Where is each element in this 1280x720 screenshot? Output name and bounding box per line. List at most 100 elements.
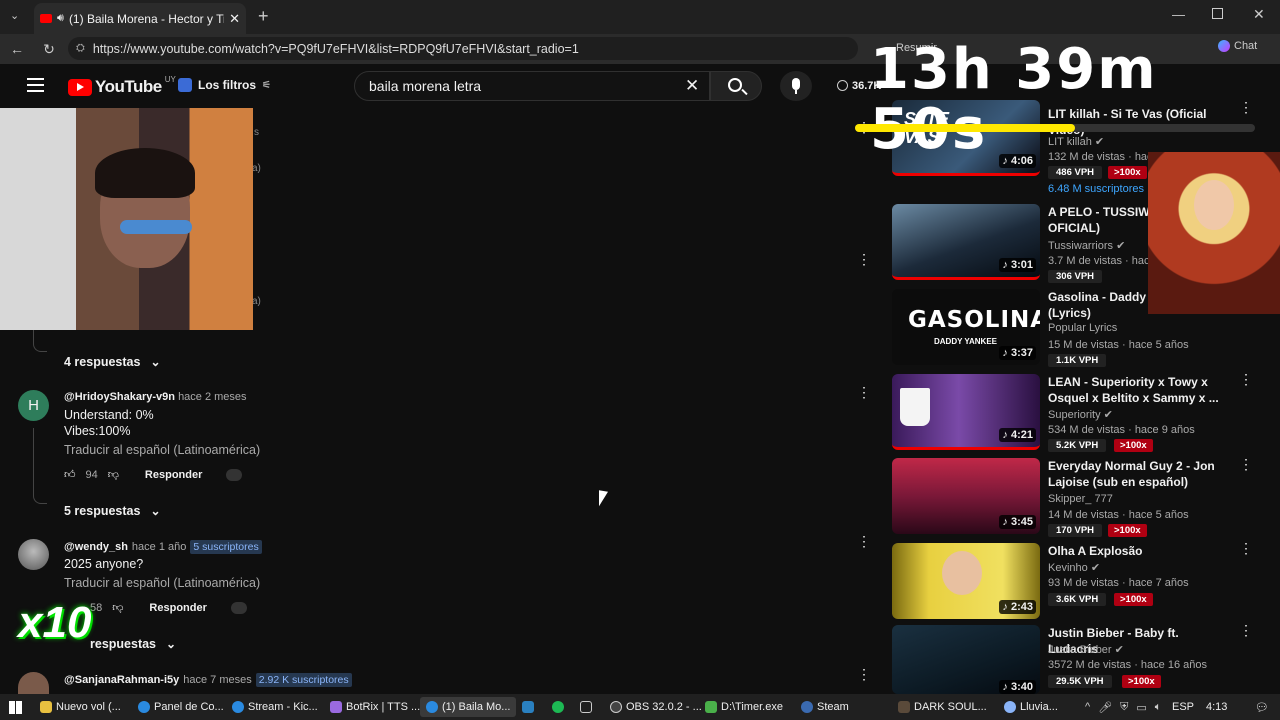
language-indicator[interactable]: ESP: [1172, 697, 1194, 717]
voice-search-button[interactable]: [780, 71, 812, 101]
video-channel[interactable]: Tussiwarriors ✔︎: [1048, 239, 1125, 252]
taskbar-item-active[interactable]: (1) Baila Mo...: [420, 697, 517, 717]
url-field[interactable]: ⛭ https://www.youtube.com/watch?v=PQ9fU7…: [68, 37, 858, 60]
more-options-icon[interactable]: ⋮: [1239, 541, 1253, 560]
video-thumbnail[interactable]: ♪ 3:01: [892, 204, 1040, 280]
verified-icon: ✔︎: [1116, 240, 1126, 252]
back-icon[interactable]: ←: [8, 40, 26, 58]
taskbar-item[interactable]: DARK SOUL...: [898, 697, 987, 717]
browser-tab[interactable]: 🔊︎ (1) Baila Morena - Hector y Tit ✕: [34, 3, 246, 34]
video-thumbnail[interactable]: ♪ 3:40: [892, 625, 1040, 694]
video-item[interactable]: ♪ 3:45 Everyday Normal Guy 2 - Jon Lajoi…: [892, 458, 1272, 537]
more-options-icon[interactable]: ⋮: [857, 385, 871, 404]
volume-icon[interactable]: 🔈︎: [1155, 701, 1162, 714]
taskbar-item[interactable]: BotRix | TTS ...: [330, 697, 420, 717]
video-duration: ♪ 2:43: [999, 600, 1036, 614]
video-title[interactable]: Everyday Normal Guy 2 - Jon Lajoise (sub…: [1048, 458, 1224, 490]
close-window-icon[interactable]: ✕: [1253, 6, 1265, 23]
outlier-badge: >100x: [1108, 524, 1147, 537]
replies-toggle[interactable]: 4 respuestas ⌄: [64, 355, 161, 369]
more-options-icon[interactable]: ⋮: [1239, 623, 1253, 642]
video-title[interactable]: Olha A Explosão: [1048, 543, 1224, 559]
network-icon[interactable]: ▭: [1136, 701, 1146, 714]
video-channel[interactable]: Popular Lyrics: [1048, 322, 1117, 334]
taskbar-item[interactable]: D:\Timer.exe: [705, 697, 783, 717]
speaker-icon[interactable]: 🔊︎: [57, 12, 64, 25]
edge-icon: [426, 701, 438, 713]
translate-link[interactable]: Traducir al español (Latinoamérica): [64, 443, 260, 457]
mic-tray-icon[interactable]: 🎤︎: [1098, 701, 1112, 714]
comment-time[interactable]: hace 2 meses: [178, 391, 246, 403]
tray-icons[interactable]: ^ 🎤︎ ⛨ ▭ 🔈︎: [1085, 697, 1161, 717]
translate-link[interactable]: Traducir al español (Latinoamérica): [64, 576, 260, 590]
windows-start-icon[interactable]: [9, 701, 22, 714]
video-thumbnail[interactable]: ♪ 4:21: [892, 374, 1040, 450]
comment-time[interactable]: hace 7 meses: [183, 674, 251, 686]
subscriber-count: 6.48 M suscriptores: [1048, 183, 1144, 195]
reply-button[interactable]: Responder: [149, 602, 206, 614]
more-options-icon[interactable]: ⋮: [1239, 457, 1253, 476]
vph-badge: 1.1K VPH: [1048, 354, 1107, 367]
overflow-chip[interactable]: [230, 601, 247, 614]
windows-taskbar: Nuevo vol (... Panel de Co... Stream - K…: [0, 694, 1280, 720]
avatar[interactable]: [18, 539, 49, 570]
clear-search-icon[interactable]: ✕: [685, 76, 699, 96]
search-button[interactable]: [710, 71, 762, 101]
video-channel[interactable]: Skipper_ 777: [1048, 493, 1113, 505]
taskbar-item[interactable]: [522, 697, 534, 717]
avatar[interactable]: [18, 672, 49, 694]
taskbar-item[interactable]: [552, 697, 564, 717]
video-title[interactable]: LEAN - Superiority x Towy x Osquel x Bel…: [1048, 374, 1224, 406]
reply-button[interactable]: Responder: [145, 469, 202, 481]
minimize-icon[interactable]: —: [1172, 7, 1185, 22]
taskbar-item[interactable]: [580, 697, 592, 717]
comment-header: @SanjanaRahman-i5y hace 7 meses 2.92 K s…: [64, 673, 352, 687]
taskbar-item[interactable]: OBS 32.0.2 - ...: [610, 697, 702, 717]
vph-badge: 29.5K VPH: [1048, 675, 1112, 688]
like-icon[interactable]: 👍︎: [64, 468, 76, 481]
overflow-chip[interactable]: [226, 468, 243, 481]
more-options-icon[interactable]: ⋮: [857, 252, 871, 271]
taskbar-item[interactable]: Panel de Co...: [138, 697, 224, 717]
comment-time[interactable]: hace 1 año: [132, 541, 186, 553]
weather-widget[interactable]: Lluvia...: [1004, 697, 1058, 717]
video-thumbnail[interactable]: ♪ 2:43: [892, 543, 1040, 619]
more-options-icon[interactable]: ⋮: [857, 534, 871, 553]
taskbar-item[interactable]: Steam: [801, 697, 849, 717]
replies-toggle[interactable]: respuestas ⌄: [90, 637, 176, 651]
video-channel[interactable]: Justin Bieber ✔︎: [1048, 643, 1124, 656]
new-tab-icon[interactable]: +: [258, 6, 269, 27]
vph-badge: 486 VPH: [1048, 166, 1103, 179]
video-item[interactable]: ♪ 3:40 Justin Bieber - Baby ft. Ludacris…: [892, 625, 1272, 701]
reload-icon[interactable]: ↻: [40, 40, 58, 58]
chevron-up-icon[interactable]: ^: [1085, 701, 1090, 713]
security-icon[interactable]: ⛨: [1120, 701, 1128, 714]
video-item[interactable]: ♪ 2:43 Olha A Explosão Kevinho ✔︎ 93 M d…: [892, 543, 1272, 619]
video-thumbnail[interactable]: GASOLINA DADDY YANKEE ♪ 3:37: [892, 289, 1040, 365]
video-thumbnail[interactable]: ♪ 3:45: [892, 458, 1040, 534]
more-options-icon[interactable]: ⋮: [1239, 372, 1253, 391]
filters-button[interactable]: Los filtros ⚟: [178, 78, 271, 92]
maximize-icon[interactable]: [1212, 8, 1223, 19]
comment-author[interactable]: @SanjanaRahman-i5y: [64, 674, 179, 686]
youtube-logo[interactable]: YouTube UY: [68, 75, 176, 97]
menu-icon[interactable]: [27, 78, 44, 92]
search-input[interactable]: baila morena letra: [354, 71, 710, 101]
video-item[interactable]: ♪ 4:21 LEAN - Superiority x Towy x Osque…: [892, 374, 1272, 452]
dislike-icon[interactable]: 👎︎: [108, 468, 119, 481]
dislike-icon[interactable]: 👎︎: [112, 601, 123, 614]
notification-icon[interactable]: 💬︎: [1255, 697, 1269, 717]
video-channel[interactable]: Superiority ✔︎: [1048, 408, 1113, 421]
comment-author[interactable]: @HridoyShakary-v9n: [64, 391, 175, 403]
avatar[interactable]: H: [18, 390, 49, 421]
taskbar-item[interactable]: Nuevo vol (...: [40, 697, 121, 717]
more-options-icon[interactable]: ⋮: [857, 667, 871, 686]
video-channel[interactable]: Kevinho ✔︎: [1048, 561, 1100, 574]
site-info-icon[interactable]: ⛭: [76, 42, 85, 55]
clock[interactable]: 4:13: [1206, 697, 1227, 717]
replies-toggle[interactable]: 5 respuestas ⌄: [64, 504, 161, 518]
close-tab-icon[interactable]: ✕: [229, 11, 240, 27]
tab-list-chevron-icon[interactable]: ⌄: [10, 9, 19, 22]
comment-author[interactable]: @wendy_sh: [64, 541, 128, 553]
taskbar-item[interactable]: Stream - Kic...: [232, 697, 318, 717]
